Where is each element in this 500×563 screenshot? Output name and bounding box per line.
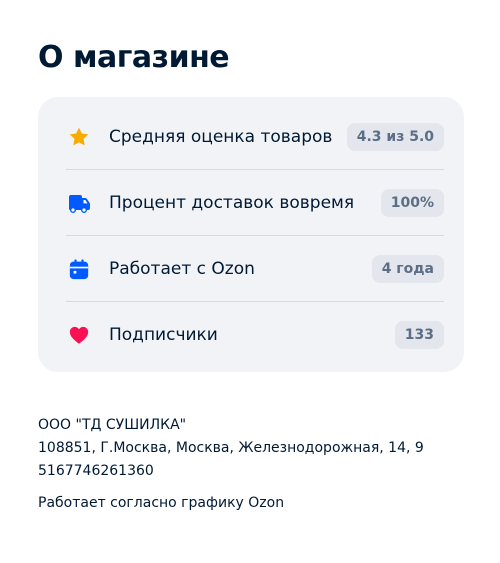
stat-label: Работает с Ozon xyxy=(109,258,255,279)
delivery-truck-icon xyxy=(66,190,92,216)
company-name: ООО "ТД СУШИЛКА" xyxy=(38,417,187,433)
company-address: 108851, Г.Москва, Москва, Железнодорожна… xyxy=(38,440,424,456)
stat-value-badge: 100% xyxy=(380,188,444,217)
calendar-icon xyxy=(66,256,92,282)
star-icon xyxy=(66,124,92,150)
stat-row-rating: Средняя оценка товаров 4.3 из 5.0 xyxy=(66,105,444,169)
stat-value-badge: 133 xyxy=(394,320,444,349)
page-title: О магазине xyxy=(38,40,230,75)
company-ogrn: 5167746261360 xyxy=(38,463,154,479)
stat-value-badge: 4.3 из 5.0 xyxy=(346,123,444,151)
stat-row-subscribers: Подписчики 133 xyxy=(66,301,444,367)
stat-label: Подписчики xyxy=(109,324,218,345)
stat-row-years-on-ozon: Работает с Ozon 4 года xyxy=(66,235,444,301)
heart-icon xyxy=(66,322,92,348)
seller-legal-info: ООО "ТД СУШИЛКА" 108851, Г.Москва, Москв… xyxy=(38,414,478,515)
stat-row-on-time-delivery: Процент доставок вовремя 100% xyxy=(66,169,444,235)
stat-label: Средняя оценка товаров xyxy=(109,127,333,147)
work-schedule-note: Работает согласно графику Ozon xyxy=(38,495,285,511)
stat-label: Процент доставок вовремя xyxy=(109,192,355,213)
stat-value-badge: 4 года xyxy=(371,254,444,283)
store-stats-card: Средняя оценка товаров 4.3 из 5.0 Процен… xyxy=(38,97,464,372)
